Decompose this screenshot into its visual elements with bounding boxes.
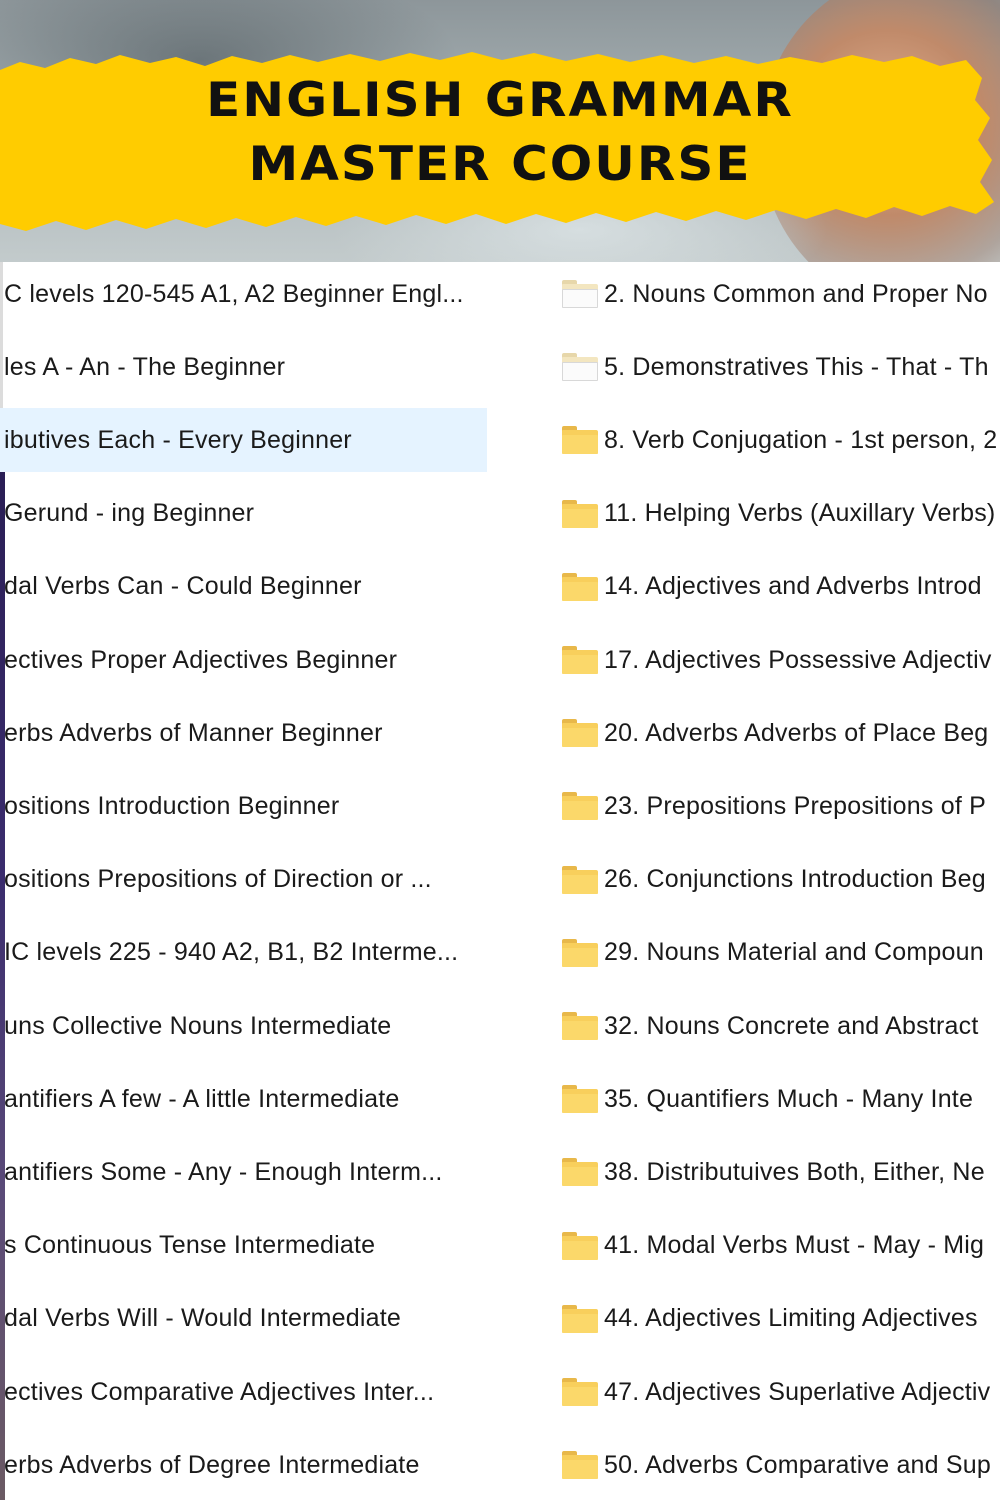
folder-item[interactable]: dal Verbs Will - Would Intermediate — [0, 1287, 487, 1351]
folder-name: ositions Prepositions of Direction or ..… — [4, 865, 432, 894]
folder-icon — [562, 1158, 598, 1187]
folder-name: 38. Distributuives Both, Either, Ne — [604, 1157, 985, 1186]
folder-item[interactable]: Gerund - ing Beginner — [0, 482, 487, 546]
file-explorer-list: C levels 120-545 A1, A2 Beginner Engl...… — [0, 262, 1000, 1500]
title-line-2: MASTER COURSE — [248, 136, 752, 192]
course-title: ENGLISH GRAMMAR MASTER COURSE — [0, 68, 1000, 196]
folder-name: 50. Adverbs Comparative and Sup — [604, 1450, 991, 1479]
folder-item[interactable]: 23. Prepositions Prepositions of P — [556, 774, 1000, 838]
folder-name: ibutives Each - Every Beginner — [4, 425, 352, 454]
folder-icon — [562, 499, 598, 528]
folder-item[interactable]: ositions Introduction Beginner — [0, 774, 487, 838]
folder-icon — [562, 426, 598, 455]
folder-item[interactable]: 14. Adjectives and Adverbs Introd — [556, 555, 1000, 619]
folder-item[interactable]: 26. Conjunctions Introduction Beg — [556, 848, 1000, 912]
folder-name: erbs Adverbs of Degree Intermediate — [4, 1450, 420, 1479]
folder-item[interactable]: 47. Adjectives Superlative Adjectiv — [556, 1360, 1000, 1424]
folder-icon — [562, 1085, 598, 1114]
folder-name: IC levels 225 - 940 A2, B1, B2 Interme..… — [4, 938, 459, 967]
folder-name: 44. Adjectives Limiting Adjectives — [604, 1304, 978, 1333]
folder-name: 2. Nouns Common and Proper No — [604, 279, 988, 308]
folder-item[interactable]: 44. Adjectives Limiting Adjectives — [556, 1287, 1000, 1351]
folder-item[interactable]: les A - An - The Beginner — [0, 335, 487, 399]
folder-item[interactable]: dal Verbs Can - Could Beginner — [0, 555, 487, 619]
folder-name: uns Collective Nouns Intermediate — [4, 1011, 392, 1040]
folder-icon — [562, 938, 598, 967]
folder-name: 29. Nouns Material and Compoun — [604, 938, 984, 967]
folder-icon — [562, 1304, 598, 1333]
folder-item[interactable]: 38. Distributuives Both, Either, Ne — [556, 1140, 1000, 1204]
folder-icon — [562, 1012, 598, 1040]
folder-item[interactable]: 41. Modal Verbs Must - May - Mig — [556, 1214, 1000, 1278]
folder-item[interactable]: 29. Nouns Material and Compoun — [556, 921, 1000, 985]
folder-name: 5. Demonstratives This - That - Th — [604, 352, 989, 381]
folder-name: 20. Adverbs Adverbs of Place Beg — [604, 718, 989, 747]
folder-icon — [562, 646, 598, 674]
folder-icon — [562, 1451, 598, 1480]
folder-item[interactable]: IC levels 225 - 940 A2, B1, B2 Interme..… — [0, 921, 487, 985]
folder-name: ositions Introduction Beginner — [4, 791, 340, 820]
folder-name: 41. Modal Verbs Must - May - Mig — [604, 1231, 985, 1260]
folder-icon — [562, 1231, 598, 1260]
folder-name: antifiers Some - Any - Enough Interm... — [4, 1157, 443, 1186]
folder-name: antifiers A few - A little Intermediate — [4, 1084, 400, 1113]
folder-item[interactable]: 17. Adjectives Possessive Adjectiv — [556, 628, 1000, 692]
folder-name: 32. Nouns Concrete and Abstract — [604, 1011, 979, 1040]
folder-name: Gerund - ing Beginner — [4, 499, 255, 528]
folder-item[interactable]: 11. Helping Verbs (Auxillary Verbs) — [556, 482, 1000, 546]
title-line-1: ENGLISH GRAMMAR — [206, 72, 794, 128]
folder-item[interactable]: 8. Verb Conjugation - 1st person, 2 — [556, 408, 1000, 472]
folder-item[interactable]: uns Collective Nouns Intermediate — [0, 994, 487, 1058]
folder-item[interactable]: C levels 120-545 A1, A2 Beginner Engl... — [0, 262, 487, 326]
folder-item[interactable]: ibutives Each - Every Beginner — [0, 408, 487, 473]
folder-name: 8. Verb Conjugation - 1st person, 2 — [604, 425, 998, 454]
folder-name: 23. Prepositions Prepositions of P — [604, 791, 987, 820]
folder-item[interactable]: antifiers Some - Any - Enough Interm... — [0, 1140, 487, 1204]
folder-name: 35. Quantifiers Much - Many Inte — [604, 1084, 974, 1113]
folder-icon — [562, 719, 598, 748]
folder-item[interactable]: ectives Comparative Adjectives Inter... — [0, 1360, 487, 1424]
folder-item[interactable]: 35. Quantifiers Much - Many Inte — [556, 1067, 1000, 1131]
folder-empty-icon — [562, 353, 598, 382]
folder-item[interactable]: 5. Demonstratives This - That - Th — [556, 335, 1000, 399]
folder-name: 11. Helping Verbs (Auxillary Verbs) — [604, 499, 996, 528]
folder-name: 47. Adjectives Superlative Adjectiv — [604, 1377, 991, 1406]
folder-icon — [562, 865, 598, 894]
folder-name: dal Verbs Will - Would Intermediate — [4, 1304, 401, 1333]
folder-name: ectives Comparative Adjectives Inter... — [4, 1377, 435, 1406]
folder-item[interactable]: ositions Prepositions of Direction or ..… — [0, 848, 487, 912]
folder-item[interactable]: erbs Adverbs of Manner Beginner — [0, 701, 487, 765]
folder-item[interactable]: s Continuous Tense Intermediate — [0, 1214, 487, 1278]
folder-icon — [562, 792, 598, 821]
folder-icon — [562, 572, 598, 601]
folder-item[interactable]: 32. Nouns Concrete and Abstract — [556, 994, 1000, 1058]
folder-item[interactable]: 50. Adverbs Comparative and Sup — [556, 1433, 1000, 1497]
folder-item[interactable]: ectives Proper Adjectives Beginner — [0, 628, 487, 692]
folder-name: 14. Adjectives and Adverbs Introd — [604, 572, 982, 601]
folder-name: C levels 120-545 A1, A2 Beginner Engl... — [4, 279, 464, 308]
folder-name: les A - An - The Beginner — [4, 352, 286, 381]
folder-empty-icon — [562, 280, 598, 308]
folder-name: 26. Conjunctions Introduction Beg — [604, 865, 986, 894]
folder-name: ectives Proper Adjectives Beginner — [4, 645, 398, 674]
folder-name: s Continuous Tense Intermediate — [4, 1231, 376, 1260]
folder-item[interactable]: antifiers A few - A little Intermediate — [0, 1067, 487, 1131]
folder-name: erbs Adverbs of Manner Beginner — [4, 718, 383, 747]
folder-item[interactable]: 20. Adverbs Adverbs of Place Beg — [556, 701, 1000, 765]
folder-column-left: C levels 120-545 A1, A2 Beginner Engl...… — [0, 262, 500, 1500]
folder-column-right: 2. Nouns Common and Proper No 5. Demonstr… — [556, 262, 1000, 1500]
folder-item[interactable]: erbs Adverbs of Degree Intermediate — [0, 1433, 487, 1497]
folder-item[interactable]: 2. Nouns Common and Proper No — [556, 262, 1000, 326]
folder-icon — [562, 1378, 598, 1406]
folder-name: 17. Adjectives Possessive Adjectiv — [604, 645, 992, 674]
folder-name: dal Verbs Can - Could Beginner — [4, 572, 362, 601]
